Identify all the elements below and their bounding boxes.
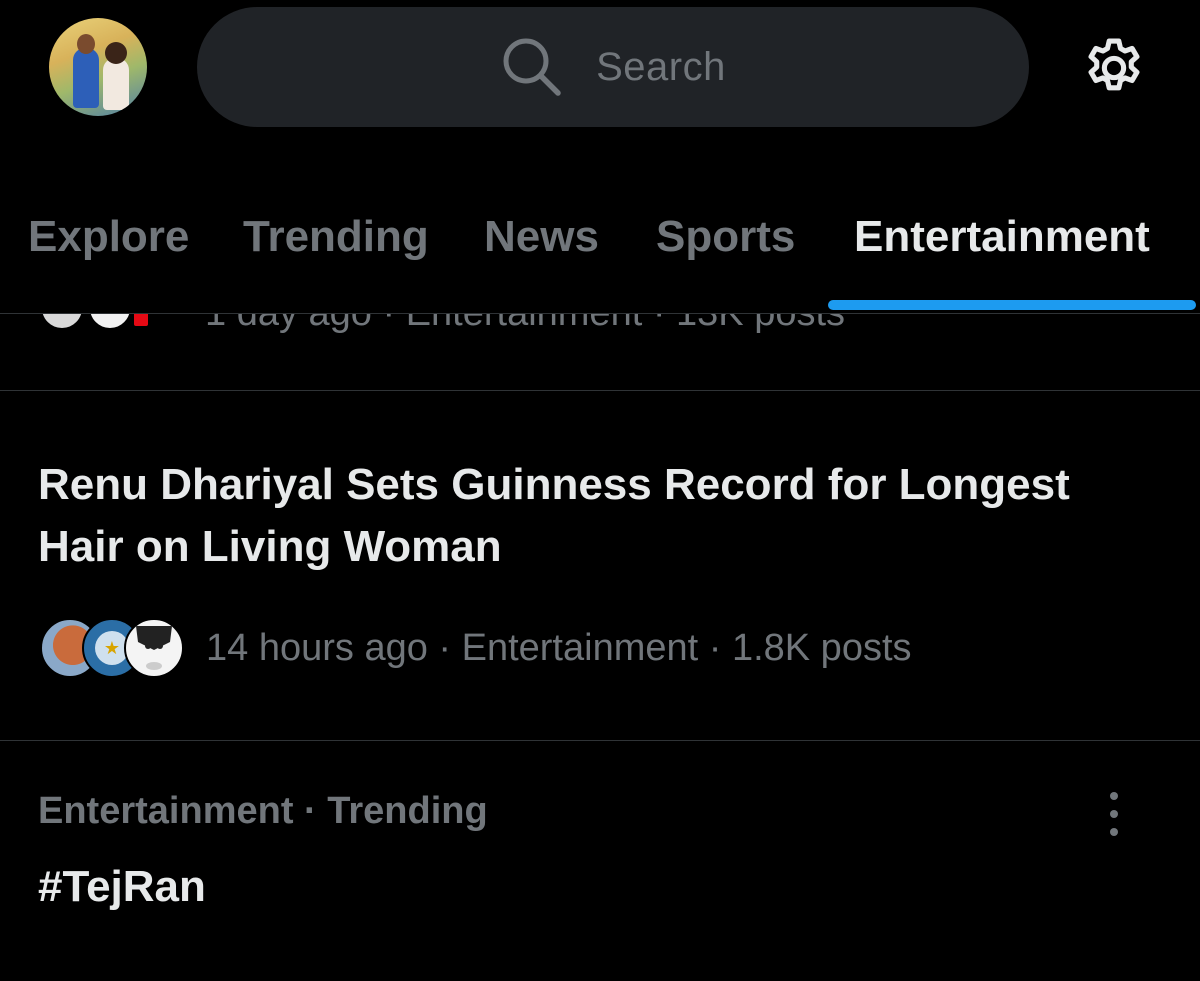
- tab-explore[interactable]: Explore: [28, 212, 189, 262]
- profile-avatar[interactable]: [49, 18, 147, 116]
- search-bar[interactable]: Search: [197, 7, 1029, 127]
- more-options-icon[interactable]: [1098, 792, 1130, 836]
- avatar-figure: [77, 34, 95, 54]
- story-meta-text: 14 hours ago · Entertainment · 1.8K post…: [206, 626, 912, 669]
- story-avatar: [124, 618, 184, 678]
- search-icon: [503, 38, 561, 96]
- avatar-figure: [105, 42, 127, 64]
- active-tab-indicator: [828, 300, 1196, 310]
- tab-trending[interactable]: Trending: [243, 212, 429, 262]
- trend-context: Entertainment · Trending: [38, 790, 488, 832]
- trend-name[interactable]: #TejRan: [38, 862, 206, 912]
- story-headline[interactable]: Renu Dhariyal Sets Guinness Record for L…: [38, 454, 1148, 578]
- topic-avatar: [88, 314, 132, 330]
- row-divider: [0, 390, 1200, 391]
- tab-news[interactable]: News: [484, 212, 599, 262]
- tab-sports[interactable]: Sports: [656, 212, 795, 262]
- search-placeholder: Search: [596, 44, 726, 89]
- list-item-partial[interactable]: 1 day ago · Entertainment · 13K posts: [0, 314, 1200, 390]
- tab-bar: Explore Trending News Sports Entertainme…: [0, 196, 1200, 314]
- topic-avatar: [40, 314, 84, 330]
- netflix-logo-icon: [134, 314, 148, 326]
- gear-icon[interactable]: [1080, 34, 1148, 102]
- avatar-figure: [73, 48, 99, 108]
- topic-avatars: [40, 314, 170, 330]
- tab-entertainment[interactable]: Entertainment: [854, 212, 1150, 262]
- story-meta: ★ 14 hours ago · Entertainment · 1.8K po…: [40, 618, 912, 678]
- row-divider: [0, 740, 1200, 741]
- story-avatars: ★: [40, 618, 184, 678]
- avatar-figure: [103, 58, 129, 110]
- item-meta: 1 day ago · Entertainment · 13K posts: [205, 314, 845, 335]
